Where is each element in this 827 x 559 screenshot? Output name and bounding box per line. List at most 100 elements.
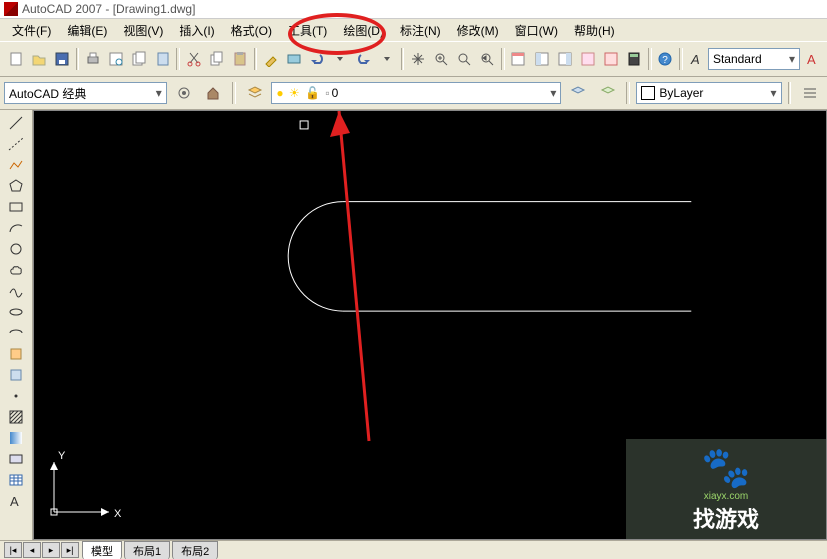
ellipse-arc-icon[interactable] [4,322,28,343]
tab-prev-icon[interactable]: ◂ [23,542,41,558]
drawing-content [34,111,826,539]
quickcalc-icon[interactable] [624,47,645,71]
separator [76,48,80,70]
publish-icon[interactable] [129,47,150,71]
menu-insert[interactable]: 插入(I) [171,20,222,41]
redo-icon[interactable] [353,47,374,71]
menu-file[interactable]: 文件(F) [4,20,59,41]
ucs-indicator: Y X [44,447,124,527]
circle-icon[interactable] [4,238,28,259]
help-icon[interactable]: ? [655,47,676,71]
layer-toolbar: AutoCAD 经典 ● ☀ 🔓 ▫ 0 ByLayer [0,77,827,110]
tab-first-icon[interactable]: |◂ [4,542,22,558]
separator [176,48,180,70]
properties-icon[interactable] [508,47,529,71]
workspace-select[interactable]: AutoCAD 经典 [4,82,167,104]
paste-icon[interactable] [229,47,250,71]
title-bar: AutoCAD 2007 - [Drawing1.dwg] [0,0,827,19]
tab-last-icon[interactable]: ▸| [61,542,79,558]
layout-tabs: |◂ ◂ ▸ ▸| 模型 布局1 布局2 [0,540,827,559]
text-style-value: Standard [713,52,762,66]
menu-format[interactable]: 格式(O) [223,20,280,41]
tab-next-icon[interactable]: ▸ [42,542,60,558]
zoom-previous-icon[interactable] [477,47,498,71]
polygon-icon[interactable] [4,175,28,196]
open-icon[interactable] [28,47,49,71]
copy-icon[interactable] [206,47,227,71]
design-center-icon[interactable] [531,47,552,71]
menu-dimension[interactable]: 标注(N) [392,20,449,41]
pan-icon[interactable] [407,47,428,71]
redo-dropdown-icon[interactable] [376,47,397,71]
hatch-icon[interactable] [4,406,28,427]
region-icon[interactable] [4,448,28,469]
separator [401,48,405,70]
construction-line-icon[interactable] [4,133,28,154]
separator [648,48,652,70]
sheet-set-icon[interactable] [152,47,173,71]
workspace-home-icon[interactable] [201,81,225,105]
bulb-on-icon: ● [276,86,283,100]
revision-cloud-icon[interactable] [4,259,28,280]
layer-states-icon[interactable] [596,81,620,105]
make-block-icon[interactable] [4,364,28,385]
menu-help[interactable]: 帮助(H) [566,20,623,41]
ucs-x-label: X [114,508,122,520]
plot-icon: ▫ [325,86,329,100]
point-icon[interactable] [4,385,28,406]
rectangle-icon[interactable] [4,196,28,217]
tab-layout2[interactable]: 布局2 [172,541,218,559]
tab-model[interactable]: 模型 [82,541,122,559]
text-style-icon[interactable]: A [686,47,707,71]
menu-edit[interactable]: 编辑(E) [59,20,115,41]
undo-dropdown-icon[interactable] [330,47,351,71]
menu-modify[interactable]: 修改(M) [449,20,507,41]
save-icon[interactable] [51,47,72,71]
main-area: A Y X 🐾 x [0,110,827,540]
linetype-select[interactable]: ByLayer [636,82,781,104]
zoom-realtime-icon[interactable] [430,47,451,71]
standard-toolbar: ? A Standard A [0,41,827,77]
text-style-apply-icon[interactable]: A [801,47,822,71]
drawing-canvas[interactable]: Y X 🐾 xiayx.com 找游戏 [33,110,827,540]
layer-manager-icon[interactable] [243,81,267,105]
svg-text:?: ? [663,55,669,66]
menu-tools[interactable]: 工具(T) [280,20,335,41]
separator [254,48,258,70]
undo-icon[interactable] [307,47,328,71]
linetype-swatch [641,86,655,100]
arc-icon[interactable] [4,217,28,238]
polyline-icon[interactable] [4,154,28,175]
spline-icon[interactable] [4,280,28,301]
menu-window[interactable]: 窗口(W) [507,20,566,41]
separator [679,48,683,70]
insert-block-icon[interactable] [4,343,28,364]
mtext-icon[interactable]: A [4,490,28,511]
lineweight-icon[interactable] [798,81,822,105]
new-icon[interactable] [5,47,26,71]
menu-view[interactable]: 视图(V) [115,20,171,41]
menu-draw[interactable]: 绘图(D) [335,20,392,41]
window-title: AutoCAD 2007 - [Drawing1.dwg] [22,2,195,16]
gradient-icon[interactable] [4,427,28,448]
workspace-settings-icon[interactable] [172,81,196,105]
layer-select[interactable]: ● ☀ 🔓 ▫ 0 [271,82,561,104]
block-editor-icon[interactable] [283,47,304,71]
plot-preview-icon[interactable] [106,47,127,71]
match-properties-icon[interactable] [260,47,281,71]
tool-palettes-icon[interactable] [554,47,575,71]
ellipse-icon[interactable] [4,301,28,322]
tab-layout1[interactable]: 布局1 [124,541,170,559]
layer-current-value: 0 [332,86,339,100]
markup-icon[interactable] [601,47,622,71]
separator [626,82,630,104]
separator [232,82,236,104]
zoom-window-icon[interactable] [454,47,475,71]
cut-icon[interactable] [183,47,204,71]
sheet-set-manager-icon[interactable] [577,47,598,71]
layer-previous-icon[interactable] [566,81,590,105]
text-style-select[interactable]: Standard [708,48,800,70]
line-icon[interactable] [4,112,28,133]
table-icon[interactable] [4,469,28,490]
print-icon[interactable] [82,47,103,71]
